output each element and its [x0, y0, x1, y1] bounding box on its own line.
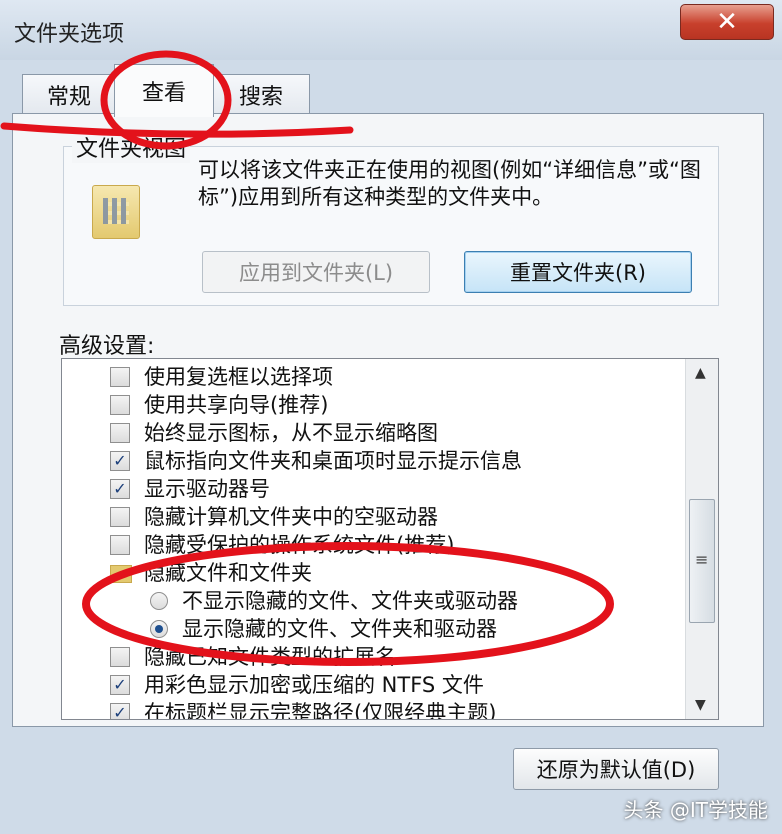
view-tab-panel: 文件夹视图 可以将该文件夹正在使用的视图(例如“详细信息”或“图标”)应用到所有… [12, 113, 764, 790]
folder-icon [110, 565, 132, 583]
list-item-label: 显示驱动器号 [144, 477, 270, 501]
folder-views-description: 可以将该文件夹正在使用的视图(例如“详细信息”或“图标”)应用到所有这种类型的文… [198, 158, 701, 209]
list-item-label: 使用共享向导(推荐) [144, 393, 329, 417]
checkbox[interactable] [110, 647, 130, 667]
checkbox[interactable] [110, 395, 130, 415]
watermark: 头条 @IT学技能 [623, 798, 768, 822]
advanced-settings-label: 高级设置: [59, 334, 155, 359]
list-item-label: 隐藏文件和文件夹 [144, 561, 312, 585]
list-item-label: 使用复选框以选择项 [144, 365, 333, 389]
restore-defaults-button[interactable]: 还原为默认值(D) [513, 748, 719, 790]
list-item-label: 鼠标指向文件夹和桌面项时显示提示信息 [144, 449, 522, 473]
checkbox-checked[interactable]: ✓ [110, 451, 130, 471]
list-item-label: 在标题栏显示完整路径(仅限经典主题) [144, 701, 497, 720]
scroll-down-icon[interactable]: ▼ [695, 697, 706, 713]
list-item-label: 显示隐藏的文件、文件夹和驱动器 [182, 617, 497, 641]
scroll-up-icon[interactable]: ▲ [695, 365, 706, 381]
list-item-label: 隐藏受保护的操作系统文件(推荐) [144, 533, 455, 557]
close-button[interactable]: ✕ [680, 4, 774, 40]
checkbox[interactable] [110, 535, 130, 555]
window-title: 文件夹选项 [14, 22, 125, 47]
apply-to-folders-button[interactable]: 应用到文件夹(L) [202, 251, 430, 293]
checkbox-checked[interactable]: ✓ [110, 703, 130, 719]
folder-views-group: 文件夹视图 可以将该文件夹正在使用的视图(例如“详细信息”或“图标”)应用到所有… [63, 131, 719, 306]
list-item-label: 隐藏计算机文件夹中的空驱动器 [144, 505, 438, 529]
radio-button-selected[interactable] [150, 620, 168, 638]
list-item-label: 用彩色显示加密或压缩的 NTFS 文件 [144, 673, 484, 697]
advanced-settings-list[interactable]: 使用复选框以选择项 使用共享向导(推荐) 始终显示图标，从不显示缩略图 ✓ 鼠标… [61, 358, 719, 720]
checkbox[interactable] [110, 423, 130, 443]
checkbox-checked[interactable]: ✓ [110, 479, 130, 499]
checkbox-checked[interactable]: ✓ [110, 675, 130, 695]
list-item-label: 不显示隐藏的文件、文件夹或驱动器 [182, 589, 518, 613]
list-item-label: 始终显示图标，从不显示缩略图 [144, 421, 438, 445]
reset-folders-button[interactable]: 重置文件夹(R) [464, 251, 692, 293]
tab-search[interactable]: 搜索 [212, 74, 310, 115]
radio-button[interactable] [150, 592, 168, 610]
folder-view-icon [92, 185, 140, 239]
checkbox[interactable] [110, 367, 130, 387]
tab-general[interactable]: 常规 [22, 74, 116, 115]
tab-view[interactable]: 查看 [114, 64, 214, 117]
list-item-label: 隐藏已知文件类型的扩展名 [144, 645, 396, 669]
vertical-scrollbar[interactable]: ▲ ≡ ▼ [685, 359, 718, 719]
scrollbar-thumb[interactable]: ≡ [689, 499, 715, 623]
grip-icon: ≡ [695, 550, 709, 569]
checkbox[interactable] [110, 507, 130, 527]
folder-views-title: 文件夹视图 [72, 131, 191, 163]
title-bar: 文件夹选项 ✕ [0, 0, 782, 60]
close-icon: ✕ [716, 7, 738, 37]
